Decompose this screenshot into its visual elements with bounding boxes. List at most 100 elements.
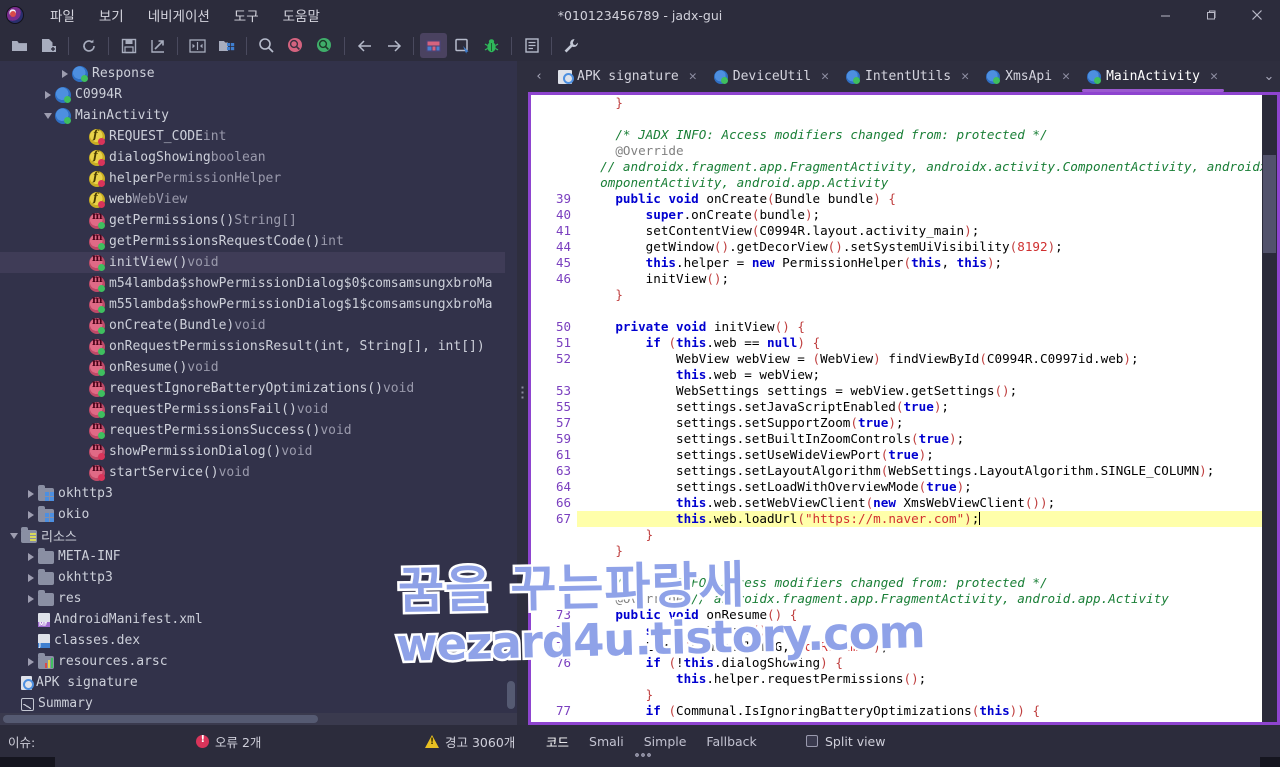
mode-tab-code[interactable]: 코드 <box>536 729 579 754</box>
debugger-button[interactable] <box>478 33 505 58</box>
tree-node[interactable]: dialogShowing boolean <box>0 147 517 168</box>
save-all-button[interactable] <box>115 33 142 58</box>
code-line[interactable]: } <box>577 527 1262 543</box>
maximize-button[interactable] <box>1188 0 1234 30</box>
tree-node[interactable]: requestPermissionsFail() void <box>0 399 517 420</box>
tree-node[interactable]: classes.dex <box>0 630 517 651</box>
close-button[interactable] <box>1234 0 1280 30</box>
deobfuscation-button[interactable] <box>420 33 447 58</box>
code-line[interactable]: this.web.loadUrl("https://m.naver.com"); <box>577 511 1262 527</box>
code-line[interactable]: getWindow().getDecorView().setSystemUiVi… <box>577 239 1262 255</box>
code-line[interactable]: /* JADX INFO: Access modifiers changed f… <box>577 127 1262 143</box>
tree-hscroll-thumb[interactable] <box>3 715 318 723</box>
code-line[interactable]: setContentView(C0994R.layout.activity_ma… <box>577 223 1262 239</box>
code-line[interactable]: this.helper = new PermissionHelper(this,… <box>577 255 1262 271</box>
text-search-button[interactable] <box>253 33 280 58</box>
chevron-down-icon[interactable] <box>42 109 55 122</box>
error-status[interactable]: 오류 2개 <box>196 732 261 751</box>
editor-tab[interactable]: MainActivity ✕ <box>1079 61 1227 92</box>
chevron-right-icon[interactable] <box>25 487 38 500</box>
tree-node[interactable]: getPermissionsRequestCode() int <box>0 231 517 252</box>
code-line[interactable] <box>577 559 1262 575</box>
reload-button[interactable] <box>75 33 102 58</box>
tab-close-icon[interactable]: ✕ <box>958 69 972 84</box>
code-line[interactable]: private void initView() { <box>577 319 1262 335</box>
file-tree-panel[interactable]: Response C0994R MainActivity REQUEST_CODE i… <box>0 61 517 725</box>
chevron-right-icon[interactable] <box>25 550 38 563</box>
code-vertical-scrollbar[interactable] <box>1262 95 1277 722</box>
mode-tab-fallback[interactable]: Fallback <box>696 731 766 752</box>
split-view-checkbox[interactable] <box>806 735 818 747</box>
chevron-right-icon[interactable] <box>25 655 38 668</box>
tree-node[interactable]: helper PermissionHelper <box>0 168 517 189</box>
navigate-forward-button[interactable] <box>380 33 407 58</box>
tree-node[interactable]: C0994R <box>0 84 517 105</box>
code-line[interactable]: settings.setLoadWithOverviewMode(true); <box>577 479 1262 495</box>
tree-node[interactable]: web WebView <box>0 189 517 210</box>
code-line[interactable]: super.onCreate(bundle); <box>577 207 1262 223</box>
tree-node[interactable]: requestIgnoreBatteryOptimizations() void <box>0 378 517 399</box>
code-editor[interactable]: 39 40 41 44 45 46 50 51 52 53 55 57 59 61 63 64 66 67 73 74… <box>528 92 1280 725</box>
mode-tab-simple[interactable]: Simple <box>634 731 697 752</box>
code-line[interactable]: settings.setLayoutAlgorithm(WebSettings.… <box>577 463 1262 479</box>
code-vscroll-thumb[interactable] <box>1263 155 1276 253</box>
code-line[interactable]: this.web = webView; <box>577 367 1262 383</box>
chevron-down-icon[interactable] <box>8 529 21 542</box>
tab-close-icon[interactable]: ✕ <box>1207 69 1221 84</box>
code-line[interactable]: // androidx.fragment.app.FragmentActivit… <box>577 159 1262 175</box>
menu-help[interactable]: 도움말 <box>271 1 332 29</box>
tree-node[interactable]: REQUEST_CODE int <box>0 126 517 147</box>
code-line[interactable]: /* JADX INFO: Access modifiers changed f… <box>577 575 1262 591</box>
tree-node[interactable]: AndroidManifest.xml <box>0 609 517 630</box>
tree-node[interactable]: resources.arsc <box>0 651 517 672</box>
tree-node[interactable]: m55lambda$showPermissionDialog$1$comsams… <box>0 294 517 315</box>
tree-node[interactable]: showPermissionDialog() void <box>0 441 517 462</box>
sync-tree-button[interactable] <box>184 33 211 58</box>
code-line[interactable]: initView(); <box>577 271 1262 287</box>
quark-engine-button[interactable] <box>449 33 476 58</box>
code-line[interactable]: if (!this.dialogShowing) { <box>577 655 1262 671</box>
code-line[interactable]: settings.setUseWideViewPort(true); <box>577 447 1262 463</box>
chevron-right-icon[interactable] <box>42 88 55 101</box>
warning-status[interactable]: 경고 3060개 <box>425 732 515 751</box>
tree-node[interactable]: getPermissions() String[] <box>0 210 517 231</box>
code-line[interactable]: this.web.setWebViewClient(new XmsWebView… <box>577 495 1262 511</box>
code-line[interactable]: } <box>577 543 1262 559</box>
panel-splitter[interactable] <box>517 61 528 725</box>
add-files-button[interactable] <box>35 33 62 58</box>
code-line[interactable]: settings.setBuiltInZoomControls(true); <box>577 431 1262 447</box>
tab-overflow-button[interactable]: ⌄ <box>1258 61 1280 92</box>
tree-vscroll-thumb[interactable] <box>507 681 515 709</box>
tree-node[interactable]: Summary <box>0 693 517 714</box>
tree-node[interactable]: okhttp3 <box>0 483 517 504</box>
editor-tab[interactable]: XmsApi ✕ <box>978 61 1079 92</box>
code-line[interactable]: this.helper.requestPermissions(); <box>577 671 1262 687</box>
menu-tools[interactable]: 도구 <box>222 1 271 29</box>
tree-node[interactable]: Response <box>0 63 517 84</box>
code-line[interactable] <box>577 303 1262 319</box>
chevron-right-icon[interactable] <box>25 592 38 605</box>
tab-close-icon[interactable]: ✕ <box>1059 69 1073 84</box>
tree-node[interactable]: onRequestPermissionsResult(int, String[]… <box>0 336 517 357</box>
source-code[interactable]: } /* JADX INFO: Access modifiers changed… <box>577 95 1262 722</box>
tree-node[interactable]: 리소스 <box>0 525 517 546</box>
open-file-button[interactable] <box>6 33 33 58</box>
navigate-back-button[interactable] <box>351 33 378 58</box>
mode-tab-smali[interactable]: Smali <box>579 731 634 752</box>
preferences-button[interactable] <box>558 33 585 58</box>
code-line[interactable]: WebView webView = (WebView) findViewById… <box>577 351 1262 367</box>
code-line[interactable]: settings.setSupportZoom(true); <box>577 415 1262 431</box>
class-search-button[interactable] <box>282 33 309 58</box>
tree-node[interactable]: okio <box>0 504 517 525</box>
code-line[interactable]: WebSettings settings = webView.getSettin… <box>577 383 1262 399</box>
code-line[interactable]: if (Communal.IsIgnoringBatteryOptimizati… <box>577 703 1262 719</box>
tab-close-icon[interactable]: ✕ <box>818 69 832 84</box>
tree-node[interactable]: m54lambda$showPermissionDialog$0$comsams… <box>0 273 517 294</box>
tab-scroll-left-button[interactable]: ‹ <box>528 61 550 92</box>
code-line[interactable]: @Override // androidx.fragment.app.Fragm… <box>577 591 1262 607</box>
menu-file[interactable]: 파일 <box>38 1 87 29</box>
menu-view[interactable]: 보기 <box>87 1 136 29</box>
code-line[interactable]: public void onCreate(Bundle bundle) { <box>577 191 1262 207</box>
tree-node[interactable]: okhttp3 <box>0 567 517 588</box>
editor-tab[interactable]: APK signature ✕ <box>550 61 706 92</box>
